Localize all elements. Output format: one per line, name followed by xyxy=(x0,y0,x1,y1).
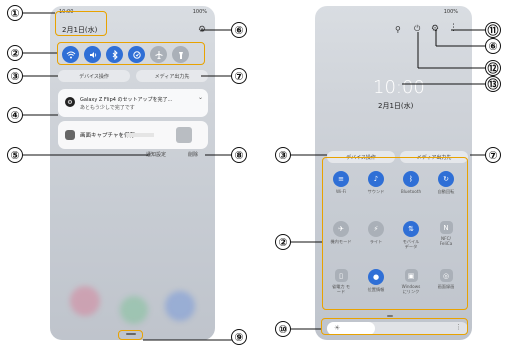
callout-leader-lines xyxy=(23,12,489,341)
callout-7-right: ⑦ xyxy=(485,147,501,163)
callout-11: ⑪ xyxy=(485,22,501,38)
callout-6: ⑥ xyxy=(231,22,247,38)
callout-10: ⑩ xyxy=(275,321,291,337)
callout-12: ⑫ xyxy=(485,60,501,76)
callout-3: ③ xyxy=(7,68,23,84)
callout-1: ① xyxy=(7,5,23,21)
callout-6-right: ⑥ xyxy=(485,38,501,54)
callout-4: ④ xyxy=(7,107,23,123)
callout-2-right: ② xyxy=(275,234,291,250)
callout-3-right: ③ xyxy=(275,147,291,163)
callout-8: ⑧ xyxy=(231,147,247,163)
callout-2: ② xyxy=(7,45,23,61)
callout-13: ⑬ xyxy=(485,76,501,92)
callout-9: ⑨ xyxy=(231,329,247,345)
callout-7: ⑦ xyxy=(231,68,247,84)
callout-5: ⑤ xyxy=(7,147,23,163)
